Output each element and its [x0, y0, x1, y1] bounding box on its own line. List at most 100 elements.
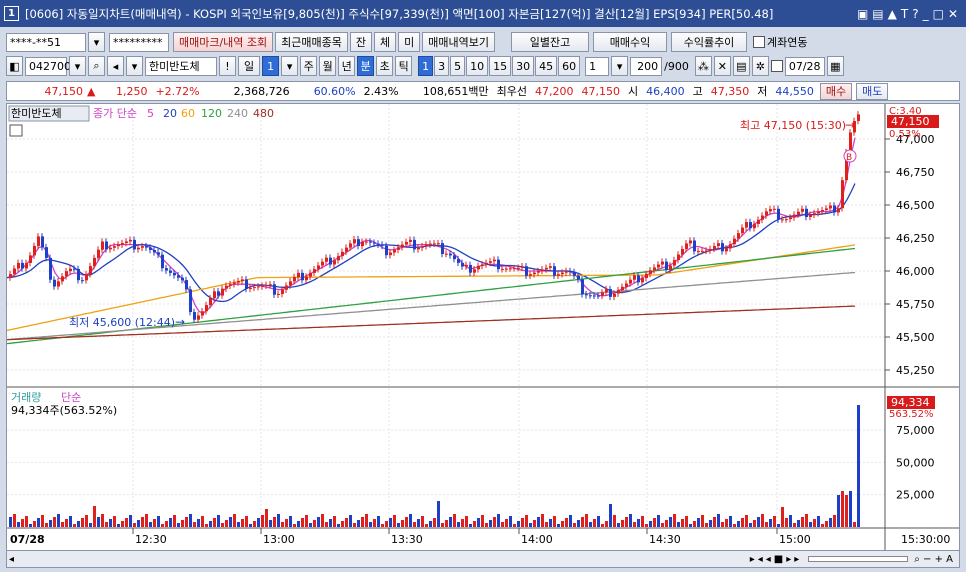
interval-15[interactable]: 15	[489, 56, 512, 76]
volume-bar	[101, 514, 104, 527]
date-input[interactable]: 07/28	[784, 56, 825, 76]
password-input[interactable]: *********	[109, 32, 169, 52]
volume-bar	[377, 516, 380, 527]
period-week[interactable]: 주	[300, 56, 318, 76]
candle-body	[497, 259, 500, 270]
filled-button[interactable]: 체	[374, 32, 397, 52]
interval-45[interactable]: 45	[535, 56, 558, 76]
menu-icon[interactable]: ◧	[6, 56, 23, 76]
interval-3[interactable]: 3	[434, 56, 450, 76]
volume-bar	[829, 518, 832, 527]
interval-dropdown[interactable]: ▾	[611, 56, 629, 76]
candle-body	[633, 275, 636, 280]
window-title: [0606] 자동일지차트(매매내역) - KOSPI 외국인보유[9,805(…	[25, 6, 774, 21]
period-day[interactable]: 일	[238, 56, 261, 76]
daily-balance-button[interactable]: 일별잔고	[511, 32, 590, 52]
volume-bar	[597, 516, 600, 527]
close-icon[interactable]: ✕	[948, 7, 958, 21]
code-dropdown[interactable]: ▾	[69, 56, 86, 76]
trade-mark-button[interactable]: 매매마크/내역 조회	[173, 32, 274, 52]
volume-bar	[349, 515, 352, 527]
minimize-icon[interactable]: _	[923, 7, 929, 21]
pin-icon[interactable]: ▲	[888, 7, 897, 21]
candle-body	[253, 287, 256, 289]
buy-button[interactable]: 매수	[819, 82, 853, 100]
history-dropdown[interactable]: ▾	[126, 56, 143, 76]
period-year[interactable]: 년	[338, 56, 356, 76]
scroll-left-icon[interactable]: ◂	[9, 554, 14, 565]
candle-body	[217, 291, 220, 296]
candle-body	[857, 114, 860, 121]
candle-body	[189, 289, 192, 313]
volume-bar	[629, 514, 632, 527]
gear-icon[interactable]: ✲	[751, 56, 769, 76]
trade-history-button[interactable]: 매매내역보기	[422, 32, 496, 52]
layout-icon[interactable]: ▣	[857, 7, 868, 21]
change-rate: +2.72%	[155, 84, 200, 98]
playback-icon[interactable]: ▸◂◂■▸▸	[750, 554, 803, 565]
account-dropdown[interactable]: ▾	[88, 32, 105, 52]
sell-button[interactable]: 매도	[856, 82, 889, 100]
search-icon[interactable]: ⌕	[88, 56, 105, 76]
profit-rate-button[interactable]: 수익률추이	[671, 32, 748, 52]
candle-body	[353, 239, 356, 244]
candle-body	[53, 279, 56, 287]
save-icon[interactable]: ▤	[732, 56, 750, 76]
unfilled-button[interactable]: 미	[398, 32, 421, 52]
calendar-icon[interactable]: ▦	[826, 56, 844, 76]
stock-name[interactable]: 한미반도체	[145, 56, 217, 76]
volume-bar	[277, 514, 280, 527]
volume-bar	[385, 521, 388, 527]
overlay-icon[interactable]: ⁂	[694, 56, 712, 76]
crosshair-icon[interactable]: ✕	[713, 56, 731, 76]
stock-code-input[interactable]: 042700	[25, 56, 71, 76]
table-icon[interactable]	[9, 124, 23, 137]
trade-profit-button[interactable]: 매매수익	[593, 32, 668, 52]
maximize-icon[interactable]: □	[933, 7, 944, 21]
date-checkbox[interactable]	[770, 60, 783, 72]
help-icon[interactable]: ?	[912, 7, 918, 21]
recent-trade-button[interactable]: 최근매매종목	[275, 32, 348, 52]
scroll-bar[interactable]: ◂ ▸◂◂■▸▸ ⌕ − + A	[6, 550, 960, 568]
volume-bar	[449, 517, 452, 527]
quote-bar: 47,150 ▲ 1,250 +2.72% 2,368,726 60.60% 2.…	[6, 81, 960, 101]
interval-1[interactable]: 1	[418, 56, 434, 76]
candle-body	[501, 268, 504, 270]
account-input[interactable]: ****-**51	[6, 32, 86, 52]
account-link-checkbox[interactable]: 계좌연동	[753, 34, 808, 50]
price-volume-chart[interactable]: 47,00046,75046,50046,25046,00045,75045,5…	[6, 104, 959, 550]
balance-button[interactable]: 잔	[349, 32, 373, 52]
candle-body	[689, 240, 692, 244]
interval-10[interactable]: 10	[466, 56, 489, 76]
period-dropdown[interactable]: ▾	[281, 56, 299, 76]
font-icon[interactable]: T	[901, 7, 908, 21]
volume-bar	[657, 515, 660, 527]
alert-icon[interactable]: !	[219, 56, 236, 76]
interval-30[interactable]: 30	[512, 56, 535, 76]
interval-5[interactable]: 5	[450, 56, 466, 76]
zoom-slider[interactable]	[808, 556, 909, 562]
zoom-icon[interactable]: ⌕ − + A	[914, 554, 953, 565]
volume-bar	[61, 522, 64, 527]
volume-bar	[773, 516, 776, 527]
interval-60[interactable]: 60	[558, 56, 581, 76]
chart-area[interactable]: 47,000 46,750 46,500 46,250 46,000 45,750 45,5…	[6, 103, 960, 551]
volume-bar	[177, 523, 180, 527]
screen-icon[interactable]: ▤	[872, 7, 883, 21]
candle-body	[717, 243, 720, 247]
candle-body	[369, 241, 372, 243]
interval-input[interactable]: 1	[585, 56, 610, 76]
volume-bar	[297, 521, 300, 527]
period-number[interactable]: 1	[262, 56, 280, 76]
volume-bar	[617, 523, 620, 527]
volume-bar	[693, 521, 696, 527]
period-month[interactable]: 월	[319, 56, 337, 76]
right-pct: 0.53%	[889, 129, 921, 140]
volume-bar	[369, 522, 372, 527]
history-icon[interactable]: ◂	[107, 56, 124, 76]
period-second[interactable]: 초	[376, 56, 394, 76]
period-minute[interactable]: 분	[357, 56, 375, 76]
candle-body	[449, 253, 452, 256]
count-input[interactable]: 200	[630, 56, 663, 76]
period-tick[interactable]: 틱	[395, 56, 413, 76]
